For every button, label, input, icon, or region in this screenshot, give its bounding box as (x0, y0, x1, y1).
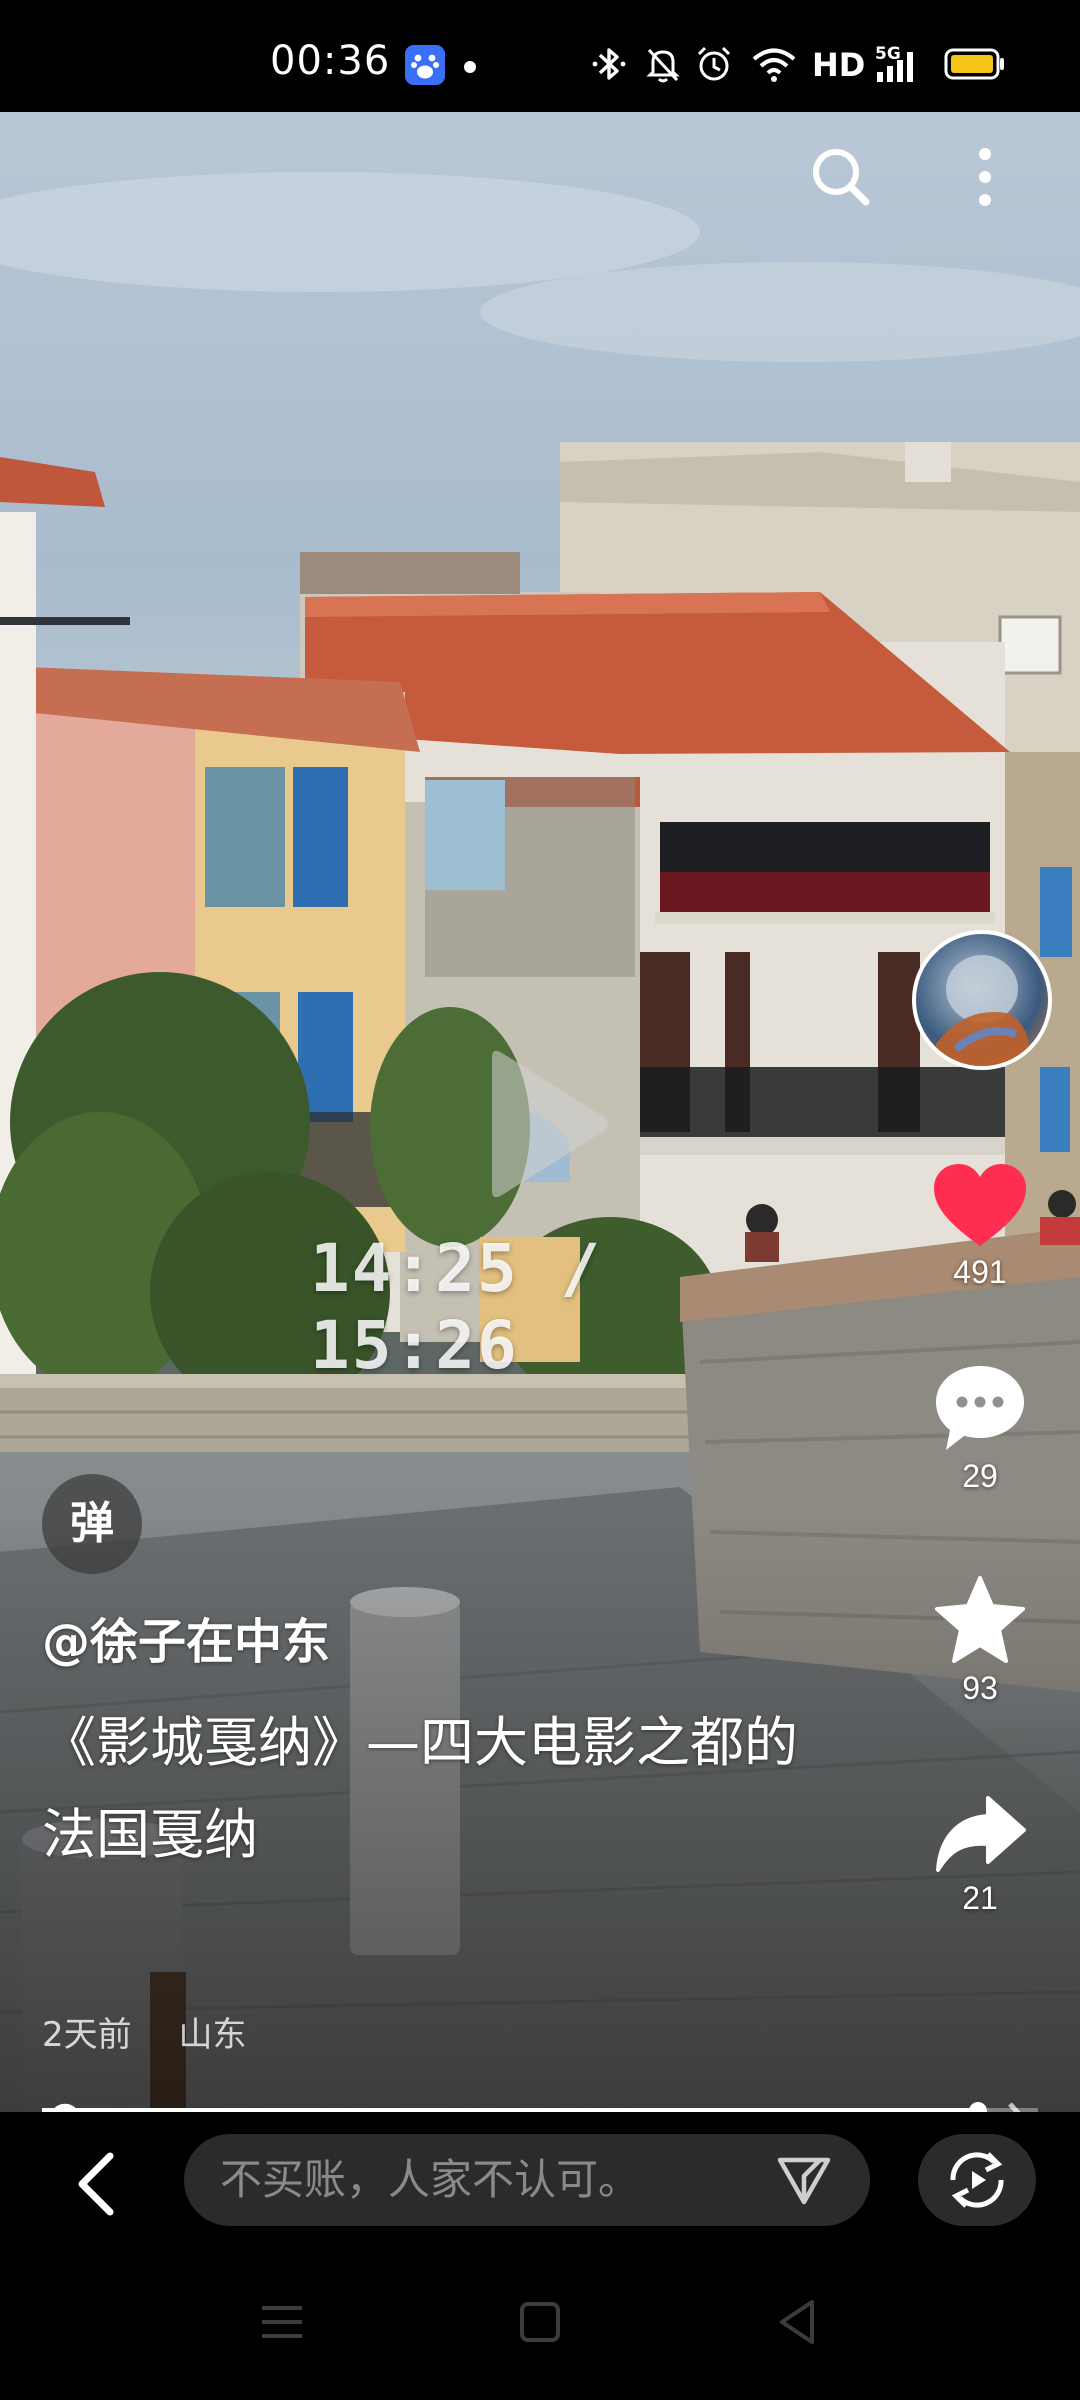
wifi-icon (752, 48, 796, 82)
video-time-display: 14:25 / 15:26 (310, 1230, 603, 1384)
post-meta: 2天前 山东 (42, 2007, 282, 2056)
favorite-action[interactable]: 93 (920, 1574, 1040, 1707)
search-icon[interactable] (806, 142, 876, 212)
menu-nav-icon[interactable] (252, 2292, 312, 2352)
video-area[interactable]: 14:25 / 15:26 491 29 93 21 弹 @徐子在中东 《影城戛… (0, 112, 1080, 2112)
like-count: 491 (953, 1254, 1007, 1290)
author-avatar[interactable] (912, 930, 1052, 1070)
status-time: 00:36 (270, 38, 391, 84)
author-handle[interactable]: @徐子在中东 (42, 1602, 330, 1672)
home-nav-icon[interactable] (510, 2292, 570, 2352)
video-title[interactable]: 《影城戛纳》—四大电影之都的法国戛纳 (42, 1697, 822, 1881)
share-action[interactable]: 21 (920, 1792, 1040, 1917)
status-bar: 00:36 HD 5G (0, 0, 1080, 112)
comment-count: 29 (962, 1458, 998, 1494)
autoplay-toggle-button[interactable] (918, 2134, 1036, 2226)
favorite-count: 93 (962, 1670, 998, 1706)
battery-icon (944, 48, 1004, 80)
comment-action[interactable]: 29 (920, 1362, 1040, 1495)
heart-icon[interactable] (932, 1162, 1028, 1250)
back-nav-icon[interactable] (768, 2292, 828, 2352)
like-action[interactable]: 491 (920, 1162, 1040, 1291)
share-icon[interactable] (932, 1792, 1028, 1876)
hd-label: HD (812, 46, 866, 84)
back-arrow-icon[interactable] (60, 2144, 140, 2224)
system-navigation-bar (0, 2252, 1080, 2400)
baidu-app-icon (405, 45, 445, 85)
comment-icon[interactable] (932, 1362, 1028, 1454)
refresh-play-icon (950, 2152, 1004, 2208)
post-time: 2天前 (42, 2015, 132, 2055)
video-player-screen: 00:36 HD 5G 14:25 / 15:26 491 29 93 21 弹… (0, 0, 1080, 2400)
play-icon[interactable] (482, 1047, 612, 1202)
share-count: 21 (962, 1880, 998, 1916)
notification-dot (464, 61, 476, 73)
comment-input[interactable] (184, 2134, 870, 2226)
post-location: 山东 (178, 2015, 247, 2055)
star-icon[interactable] (932, 1574, 1028, 1666)
bluetooth-icon (592, 48, 626, 80)
comment-bar (0, 2112, 1080, 2252)
more-icon[interactable] (960, 142, 1010, 212)
alarm-icon (697, 46, 731, 81)
danmaku-toggle-button[interactable]: 弹 (42, 1474, 142, 1574)
signal-icon (877, 52, 913, 82)
send-danmaku-icon[interactable] (776, 2156, 832, 2206)
mute-icon (646, 48, 680, 83)
